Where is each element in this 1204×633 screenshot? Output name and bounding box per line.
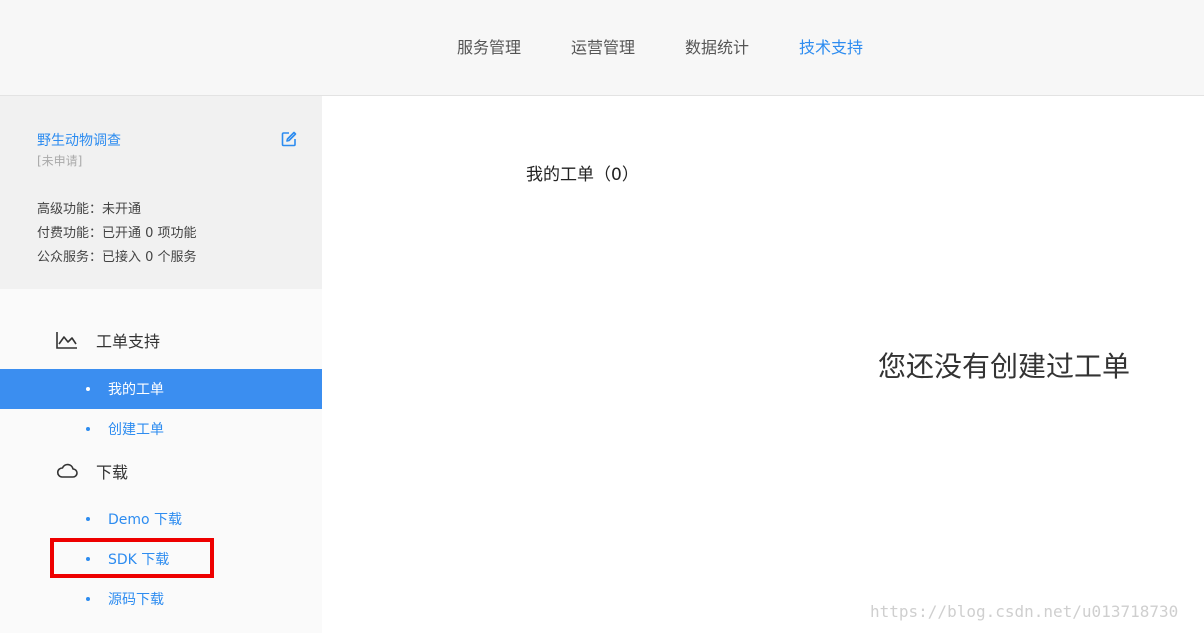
bullet-icon bbox=[86, 427, 90, 431]
menu-item-source-download[interactable]: 源码下载 bbox=[0, 579, 322, 619]
top-header: 服务管理 运营管理 数据统计 技术支持 bbox=[0, 0, 1204, 96]
line-chart-icon bbox=[56, 332, 77, 349]
empty-state-message: 您还没有创建过工单 bbox=[878, 350, 1131, 383]
top-nav: 服务管理 运营管理 数据统计 技术支持 bbox=[457, 34, 913, 58]
advanced-feature-info: 高级功能：未开通 bbox=[37, 202, 142, 217]
watermark: https://blog.csdn.net/u013718730 bbox=[870, 602, 1179, 621]
bullet-icon bbox=[86, 387, 90, 391]
nav-service-management[interactable]: 服务管理 bbox=[457, 34, 521, 58]
paid-feature-info: 付费功能：已开通 0 项功能 bbox=[37, 226, 197, 241]
bullet-icon bbox=[86, 517, 90, 521]
app-status: [未申请] bbox=[37, 154, 83, 168]
menu-item-my-tickets[interactable]: 我的工单 bbox=[0, 369, 322, 409]
menu-group-label: 下载 bbox=[96, 463, 129, 482]
nav-operations-management[interactable]: 运营管理 bbox=[571, 34, 635, 58]
nav-data-statistics[interactable]: 数据统计 bbox=[685, 34, 749, 58]
edit-icon[interactable] bbox=[281, 131, 297, 147]
menu-item-label: Demo 下载 bbox=[108, 512, 183, 528]
menu-item-label: 创建工单 bbox=[108, 422, 164, 438]
bullet-icon bbox=[86, 597, 90, 601]
menu-item-label: 源码下载 bbox=[108, 592, 164, 608]
nav-tech-support[interactable]: 技术支持 bbox=[799, 34, 863, 58]
cloud-icon bbox=[56, 463, 78, 478]
menu-item-demo-download[interactable]: Demo 下载 bbox=[0, 499, 322, 539]
menu-group-ticket-support: 工单支持 bbox=[56, 328, 160, 352]
public-service-info: 公众服务：已接入 0 个服务 bbox=[37, 250, 197, 265]
menu-item-create-ticket[interactable]: 创建工单 bbox=[0, 409, 322, 449]
app-card: 野生动物调查 [未申请] 高级功能：未开通 付费功能：已开通 0 项功能 公众服… bbox=[0, 96, 322, 289]
page-title: 我的工单（0） bbox=[526, 165, 639, 185]
menu-item-label: 我的工单 bbox=[108, 382, 164, 398]
menu-group-label: 工单支持 bbox=[96, 332, 161, 351]
menu-group-download: 下载 bbox=[56, 459, 128, 483]
highlight-annotation-box bbox=[50, 538, 214, 578]
app-name[interactable]: 野生动物调查 bbox=[37, 130, 121, 150]
